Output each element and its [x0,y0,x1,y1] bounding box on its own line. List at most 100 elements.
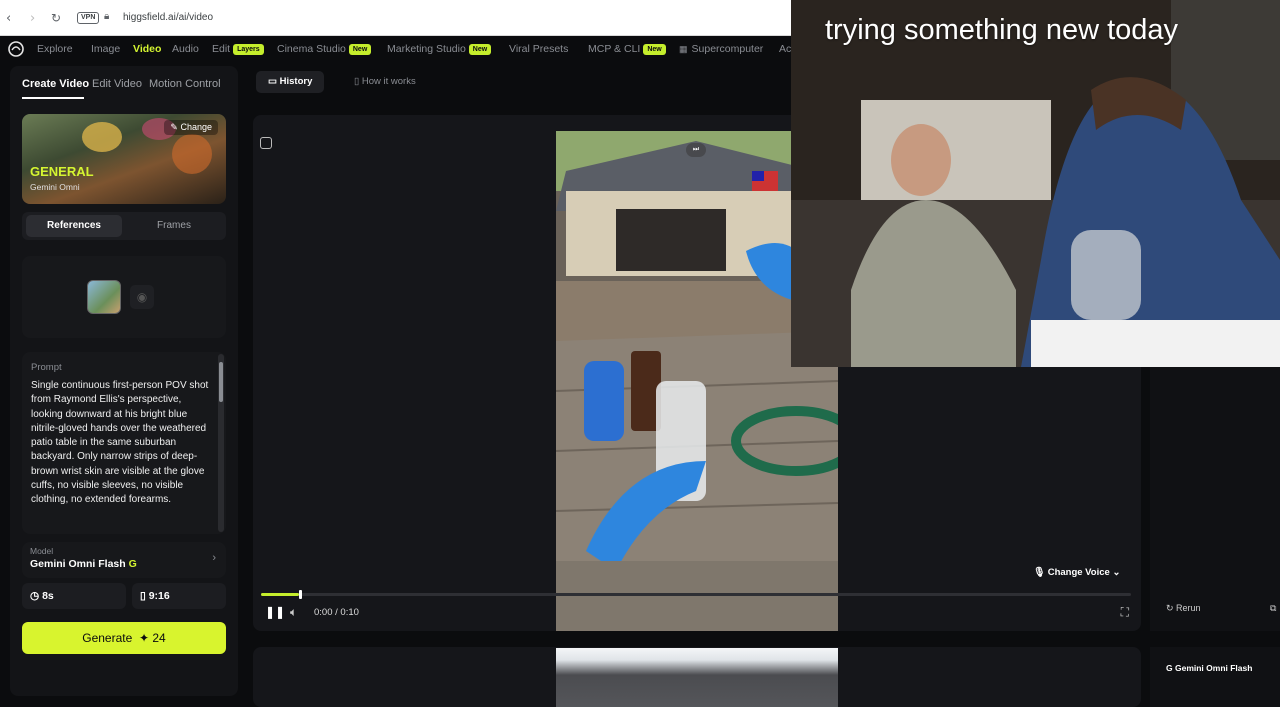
nav-overflow-item[interactable]: Ac [779,43,791,55]
model-selector[interactable]: Model Gemini Omni Flash G › [22,542,226,578]
generate-button[interactable]: Generate ✦ 24 [22,622,226,654]
higgsfield-logo-icon[interactable] [8,41,24,57]
change-voice-label: Change Voice [1047,567,1110,578]
copy-icon[interactable]: ⧉ [1270,603,1276,614]
input-mode-segmented-control: References Frames [22,212,226,240]
nav-audio[interactable]: Audio [172,43,199,55]
duration-selector[interactable]: ◷ 8s [22,583,126,609]
nav-cinema-studio[interactable]: Cinema Studio New [277,43,372,55]
references-dropzone[interactable]: ◉ [22,256,226,338]
webcam-caption: trying something new today [825,14,1179,46]
sparkle-icon: ✦ [138,631,150,645]
rerun-icon: ↻ [1166,603,1177,613]
gemini-g-icon: G [128,558,137,570]
tab-history-label: History [279,76,313,87]
browser-toolbar: ‹ › ↻ VPN 🔒︎ higgsfield.ai/ai/video [0,0,792,36]
book-icon: ▯ [354,76,362,87]
nav-cinema-studio-label: Cinema Studio [277,43,346,55]
model-label: Model [30,546,54,556]
generate-label: Generate [82,631,133,645]
reference-image-thumbnail[interactable] [87,280,121,314]
chevron-right-icon: › [212,552,216,564]
app-nav: Explore Image Video Audio Edit Layers Cin… [0,36,792,62]
grid-icon: ▦ [679,44,688,54]
new-badge: New [348,44,372,55]
rerun-label: Rerun [1176,603,1201,613]
nav-video[interactable]: Video [133,43,161,55]
model-name-text: Gemini Omni Flash [30,558,126,570]
preset-title: GENERAL [30,164,94,179]
tab-edit-video[interactable]: Edit Video [92,78,142,90]
preset-subtitle: Gemini Omni [30,182,80,192]
reload-icon[interactable]: ↻ [51,11,61,25]
phone-icon: ▯ [140,590,149,602]
tab-motion-control[interactable]: Motion Control [149,78,221,90]
duration-value: 8s [42,590,54,602]
tab-how-label: How it works [361,76,416,87]
model-chip: G Gemini Omni Flash [1166,663,1252,673]
nav-explore[interactable]: Explore [37,43,73,55]
active-tab-indicator [22,97,84,99]
prompt-scrollbar[interactable] [218,354,224,532]
add-reference-icon[interactable]: ◉ [130,285,154,309]
change-preset-button[interactable]: ✎ Change [164,120,218,135]
video-progress-bar[interactable] [261,590,1131,599]
model-preset-card[interactable]: ✎ Change GENERAL Gemini Omni [22,114,226,204]
prompt-box[interactable]: Prompt Single continuous first-person PO… [22,352,226,534]
forward-icon[interactable]: › [30,11,35,26]
progress-scrubber[interactable] [299,590,303,599]
layers-badge: Layers [233,44,264,55]
new-badge: New [468,44,492,55]
prompt-textarea[interactable]: Single continuous first-person POV shot … [31,379,211,527]
pencil-icon: ✎ [170,122,181,132]
scrollbar-thumb[interactable] [219,362,223,402]
new-badge: New [643,44,666,55]
tab-create-video[interactable]: Create Video [22,78,89,90]
model-name: Gemini Omni Flash G [30,558,137,570]
volume-icon[interactable]: 🔈︎ [290,605,297,620]
video-player-2 [253,647,1141,707]
vpn-badge[interactable]: VPN [77,12,100,24]
webcam-overlay [791,0,1280,367]
nav-marketing-studio-label: Marketing Studio [387,43,466,55]
segment-references[interactable]: References [26,215,122,237]
nav-viral-presets[interactable]: Viral Presets [509,43,568,55]
address-bar[interactable]: higgsfield.ai/ai/video [123,12,213,23]
timecode: 0:00 / 0:10 [314,607,359,618]
nav-edit-label: Edit [212,43,231,55]
nav-edit[interactable]: Edit Layers [212,43,264,55]
change-label: Change [180,122,212,132]
card-artwork [82,122,122,152]
aspect-ratio-selector[interactable]: ▯ 9:16 [132,583,226,609]
tab-how-it-works[interactable]: ▯ How it works [342,71,428,93]
bottom-edge [0,707,1280,720]
back-icon[interactable]: ‹ [6,11,11,26]
nav-image[interactable]: Image [91,43,120,55]
card-artwork [172,134,212,174]
nav-mcp-cli[interactable]: MCP & CLI New [588,43,666,55]
nav-marketing-studio[interactable]: Marketing Studio New [387,43,492,55]
credit-cost: 24 [152,631,166,645]
aspect-value: 9:16 [148,590,170,602]
change-voice-button[interactable]: 🎙︎ Change Voice ⌄ [1033,567,1120,578]
prompt-label: Prompt [31,362,62,373]
segment-frames[interactable]: Frames [126,215,222,237]
fullscreen-icon[interactable]: ⛶ [1121,605,1129,620]
gemini-g-icon: G [1166,663,1175,673]
skip-icon[interactable]: ⏭ [686,143,706,157]
rerun-button[interactable]: ↻ Rerun [1166,603,1201,614]
model-chip-label: Gemini Omni Flash [1174,663,1253,673]
webcam-video-image [791,0,1280,367]
nav-supercomputer-label: Supercomputer [691,43,764,55]
folder-icon: ▭ [268,76,280,87]
generation-details-column-2: G Gemini Omni Flash [1150,647,1280,707]
progress-fill [261,593,300,596]
pause-icon[interactable]: ❚❚ [265,605,285,619]
lock-icon[interactable]: 🔒︎ [104,11,109,22]
create-video-panel: Create Video Edit Video Motion Control ✎… [10,66,238,696]
tab-history[interactable]: ▭ History [256,71,325,93]
nav-supercomputer[interactable]: ▦ Supercomputer [679,43,763,55]
select-checkbox[interactable] [260,137,272,149]
microphone-icon: 🎙︎ [1033,567,1048,578]
video-frame-2[interactable] [556,648,838,707]
